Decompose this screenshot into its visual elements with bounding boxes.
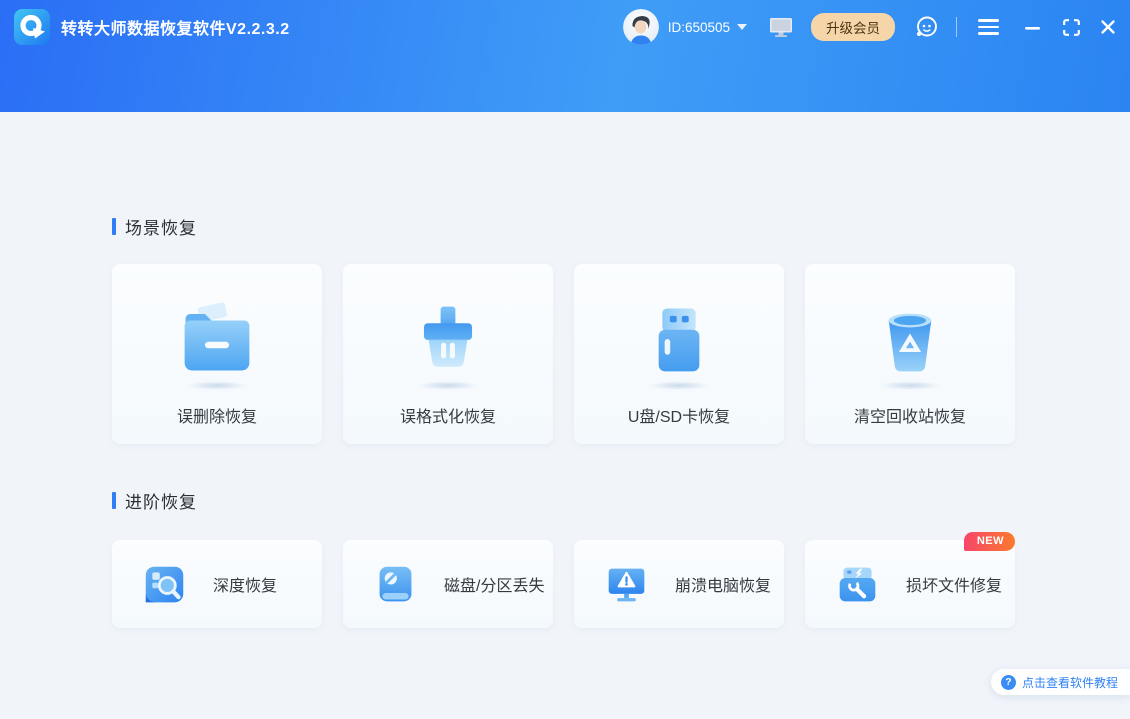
brush-icon bbox=[402, 302, 494, 376]
tutorial-button[interactable]: ? 点击查看软件教程 bbox=[990, 669, 1130, 695]
titlebar: 转转大师数据恢复软件V2.2.3.2 ID:650505 升级会员 bbox=[0, 0, 1130, 54]
card-label: 深度恢复 bbox=[213, 578, 278, 595]
user-id: ID:650505 bbox=[667, 19, 730, 35]
close-icon[interactable] bbox=[1100, 19, 1116, 35]
usb-drive-icon bbox=[633, 302, 725, 376]
folder-icon bbox=[171, 302, 263, 376]
minimize-icon[interactable] bbox=[1024, 19, 1041, 36]
section-accent-bar bbox=[112, 218, 116, 235]
crashed-pc-icon bbox=[608, 568, 645, 601]
card-label: 损坏文件修复 bbox=[906, 578, 1003, 595]
scenario-cards: 误删除恢复 误格式化恢复 U盘/SD卡恢复 清空回收站恢复 bbox=[112, 264, 1015, 444]
upgrade-member-button[interactable]: 升级会员 bbox=[811, 13, 895, 41]
section-header-advanced: 进阶恢复 bbox=[112, 488, 197, 513]
card-format-recovery[interactable]: 误格式化恢复 bbox=[343, 264, 553, 444]
question-icon: ? bbox=[1000, 674, 1016, 690]
section-accent-bar bbox=[112, 492, 116, 509]
icon-shadow bbox=[417, 381, 479, 390]
app-logo-icon bbox=[14, 9, 50, 45]
maximize-icon[interactable] bbox=[1063, 18, 1080, 36]
app-title: 转转大师数据恢复软件V2.2.3.2 bbox=[61, 21, 290, 38]
dropdown-caret-icon bbox=[737, 24, 747, 30]
customer-service-icon[interactable] bbox=[913, 14, 940, 41]
card-label: 崩溃电脑恢复 bbox=[675, 578, 772, 595]
recycle-bin-icon bbox=[864, 302, 956, 376]
card-label: 清空回收站恢复 bbox=[853, 409, 966, 426]
card-label: U盘/SD卡恢复 bbox=[627, 409, 731, 426]
icon-shadow bbox=[648, 381, 710, 390]
icon-shadow bbox=[186, 381, 248, 390]
card-deleted-file-recovery[interactable]: 误删除恢复 bbox=[112, 264, 322, 444]
header-bar: 转转大师数据恢复软件V2.2.3.2 ID:650505 升级会员 bbox=[0, 0, 1130, 112]
advanced-cards: 深度恢复 磁盘/分区丢失 崩溃电脑恢复 损坏文件修复 NEW bbox=[112, 532, 1015, 628]
user-avatar[interactable] bbox=[622, 9, 659, 45]
disk-partition-icon bbox=[379, 566, 412, 601]
section-header-scenario: 场景恢复 bbox=[112, 214, 197, 239]
user-id-dropdown[interactable]: ID:650505 bbox=[668, 20, 747, 35]
section-title: 场景恢复 bbox=[125, 219, 197, 238]
app-window: 转转大师数据恢复软件V2.2.3.2 ID:650505 升级会员 场景恢复 误… bbox=[0, 0, 1130, 719]
card-deep-recovery[interactable]: 深度恢复 bbox=[112, 540, 322, 628]
new-badge: NEW bbox=[963, 532, 1015, 551]
icon-shadow bbox=[879, 381, 941, 390]
hamburger-menu-icon[interactable] bbox=[975, 16, 1002, 38]
card-label: 误格式化恢复 bbox=[399, 409, 496, 426]
titlebar-divider bbox=[956, 17, 957, 37]
card-label: 误删除恢复 bbox=[176, 409, 257, 426]
card-crashed-pc-recovery[interactable]: 崩溃电脑恢复 bbox=[574, 540, 784, 628]
section-title: 进阶恢复 bbox=[125, 493, 197, 512]
tutorial-label: 点击查看软件教程 bbox=[1021, 675, 1118, 690]
file-repair-icon bbox=[839, 567, 876, 601]
card-label: 磁盘/分区丢失 bbox=[444, 578, 545, 595]
titlebar-right: ID:650505 升级会员 bbox=[622, 9, 1116, 45]
card-usb-sd-recovery[interactable]: U盘/SD卡恢复 bbox=[574, 264, 784, 444]
card-disk-partition-loss[interactable]: 磁盘/分区丢失 bbox=[343, 540, 553, 628]
deep-scan-icon bbox=[145, 566, 184, 602]
monitor-icon[interactable] bbox=[769, 17, 793, 38]
card-file-repair[interactable]: 损坏文件修复 NEW bbox=[805, 532, 1015, 628]
card-recycle-bin-recovery[interactable]: 清空回收站恢复 bbox=[805, 264, 1015, 444]
